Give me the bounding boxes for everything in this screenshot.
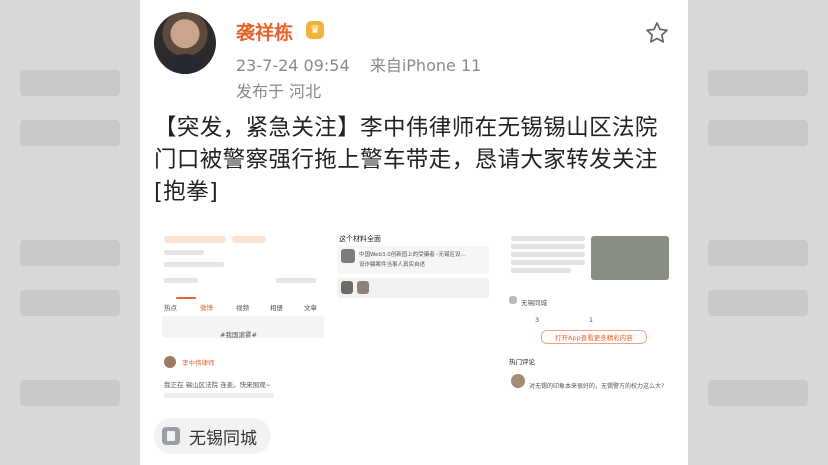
city-building-icon bbox=[162, 427, 180, 445]
thumb-card-sub: 设诈骗案件当事人真实自述 bbox=[359, 262, 426, 268]
thumb-open-app: 打开App查看更多精彩内容 bbox=[555, 334, 633, 342]
city-tag-label: 无锡同城 bbox=[189, 428, 257, 449]
tab-weibo[interactable]: 微博 bbox=[200, 304, 213, 312]
star-outline-icon[interactable] bbox=[644, 20, 670, 46]
left-blurred-background bbox=[0, 0, 140, 465]
tab-hot[interactable]: 热点 bbox=[164, 304, 177, 312]
weibo-post-card: 袭祥栋 ♛ 23-7-24 09:54 来自iPhone 11 发布于 河北 【… bbox=[140, 0, 688, 465]
city-tag-button[interactable]: 无锡同城 bbox=[154, 418, 271, 454]
blur-block bbox=[708, 290, 808, 316]
thumb-stat-likes: 1 bbox=[589, 316, 594, 324]
thumb-author: 李中伟律师 bbox=[182, 359, 215, 367]
blur-block bbox=[708, 120, 808, 146]
thumb-post-text: 我正在 锡山区法院 连麦。快来围观~ bbox=[164, 381, 272, 389]
blur-block bbox=[708, 70, 808, 96]
post-timestamp: 23-7-24 09:54 bbox=[236, 56, 350, 75]
image-thumbnail-1[interactable]: 热点 微博 视频 相册 文章 #我国滚雾# 李中伟律师 我正在 锡山区法院 连麦… bbox=[158, 230, 328, 402]
blur-block bbox=[20, 240, 120, 266]
blur-block bbox=[708, 240, 808, 266]
thumb-header: 这个材料全面 bbox=[339, 235, 381, 243]
tab-article[interactable]: 文章 bbox=[304, 304, 317, 312]
image-thumbnail-2[interactable]: 这个材料全面 中国Web3.0创新园上的受骗者 -无锡区设... 设诈骗案件当事… bbox=[333, 230, 495, 402]
blur-block bbox=[20, 290, 120, 316]
thumb-photo bbox=[591, 236, 669, 280]
image-thumbnail-3[interactable]: 无锡同城 3 1 打开App查看更多精彩内容 热门评论 对无锡的印象本来很好的，… bbox=[505, 230, 675, 402]
vip-crown-icon: ♛ bbox=[306, 21, 324, 39]
tab-video[interactable]: 视频 bbox=[236, 304, 249, 312]
thumb-hot-comments: 热门评论 bbox=[509, 358, 535, 366]
thumb-highlight bbox=[164, 236, 226, 243]
post-meta: 23-7-24 09:54 来自iPhone 11 bbox=[236, 52, 481, 76]
username[interactable]: 袭祥栋 bbox=[236, 18, 293, 45]
thumb-comment: 对无锡的印象本来很好的，无锡警方的权力这么大? bbox=[529, 383, 665, 390]
thumb-tag: 无锡同城 bbox=[521, 299, 547, 307]
thumb-highlight bbox=[232, 236, 266, 243]
thumb-avatar bbox=[164, 356, 176, 368]
blur-block bbox=[20, 120, 120, 146]
thumb-card-title: 中国Web3.0创新园上的受骗者 -无锡区设... bbox=[359, 252, 466, 258]
post-source: 来自iPhone 11 bbox=[369, 56, 482, 75]
blur-block bbox=[708, 380, 808, 406]
avatar[interactable] bbox=[154, 12, 216, 74]
tab-album[interactable]: 相册 bbox=[270, 304, 283, 312]
blur-block bbox=[20, 380, 120, 406]
thumb-search-text: #我国滚雾# bbox=[220, 331, 257, 339]
thumb-stat-comments: 3 bbox=[535, 316, 540, 324]
post-body-text: 【突发，紧急关注】李中伟律师在无锡锡山区法院门口被警察强行拖上警车带走，恳请大家… bbox=[154, 115, 658, 205]
post-location: 发布于 河北 bbox=[236, 82, 322, 101]
blur-block bbox=[20, 70, 120, 96]
thumb-card-image bbox=[341, 249, 355, 263]
right-blurred-background bbox=[688, 0, 828, 465]
